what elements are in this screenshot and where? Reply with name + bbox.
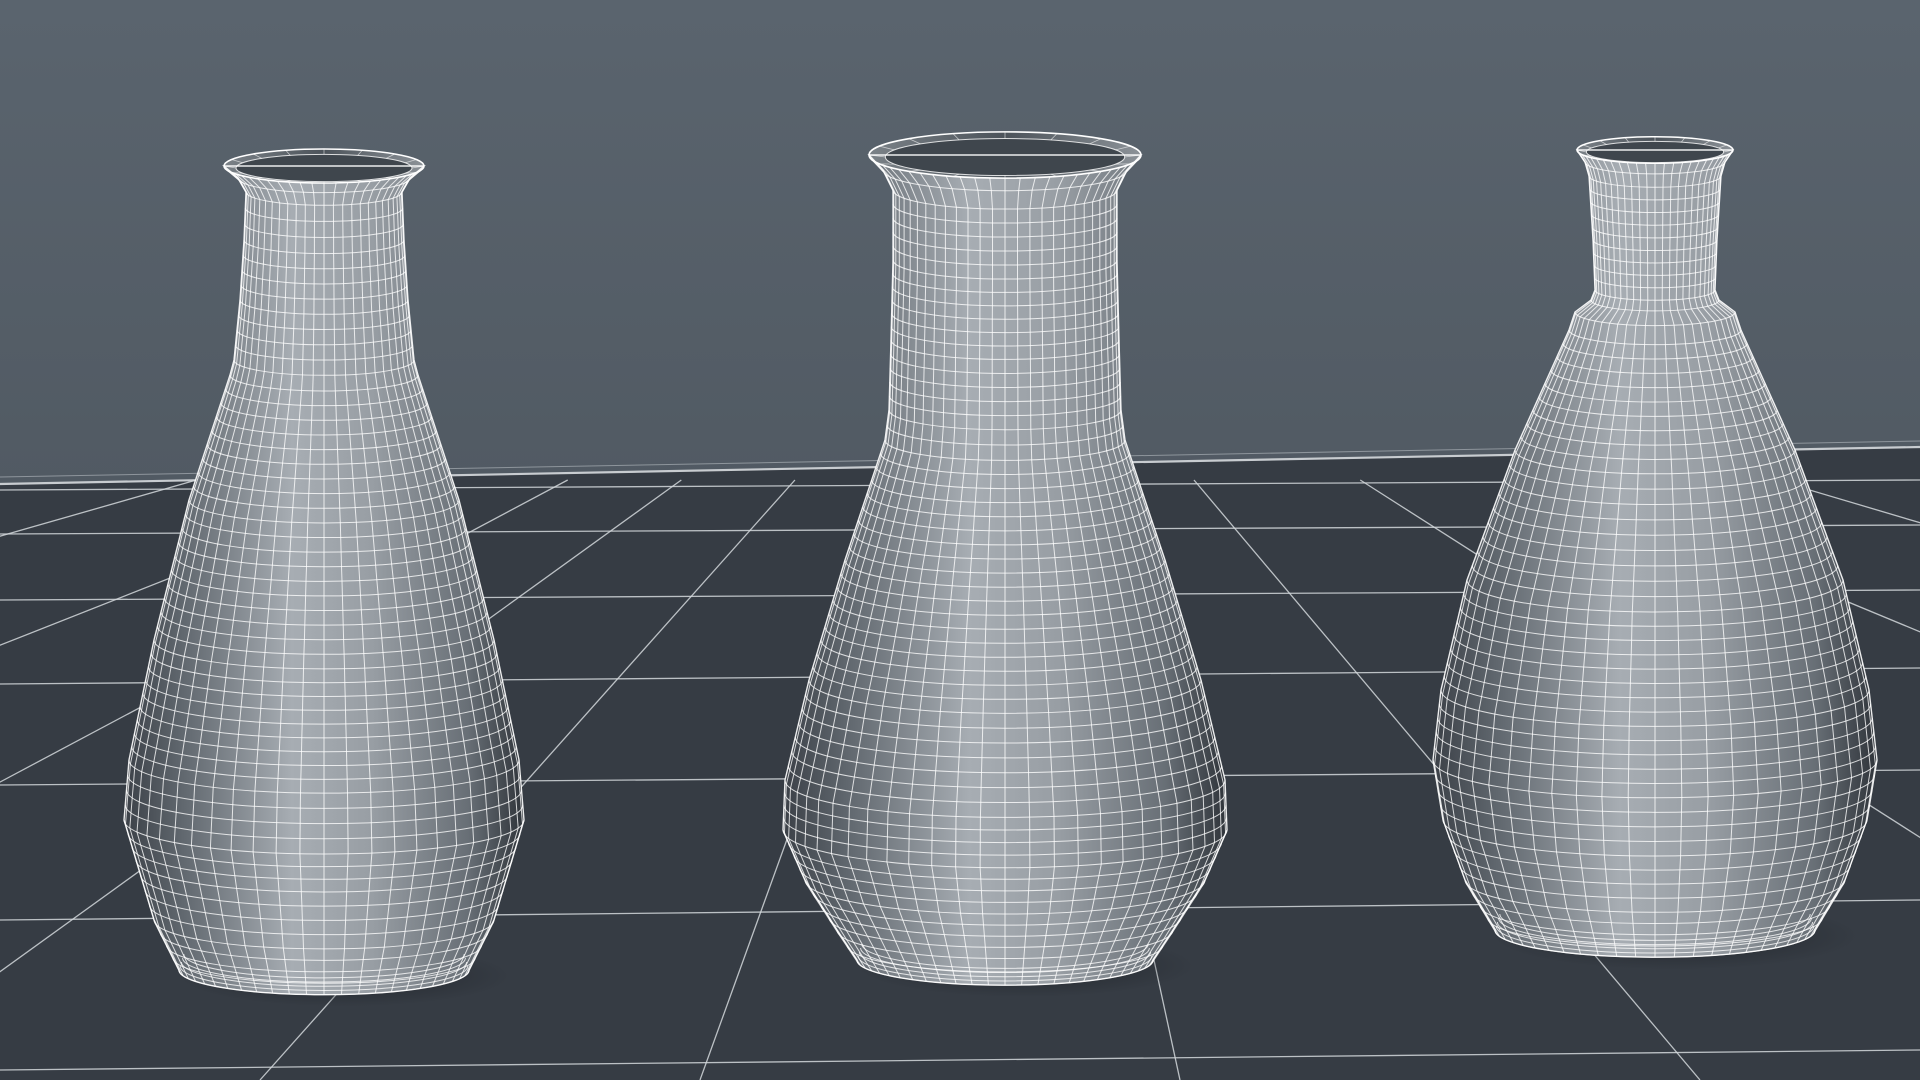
- flask-group: [123, 131, 1878, 1007]
- flask-inner-wall: [1585, 140, 1725, 164]
- flask-inner-wall: [884, 138, 1126, 176]
- 3d-viewport[interactable]: [0, 0, 1920, 1080]
- flask-inner-wall: [235, 153, 413, 183]
- viewport-scene[interactable]: [0, 0, 1920, 1080]
